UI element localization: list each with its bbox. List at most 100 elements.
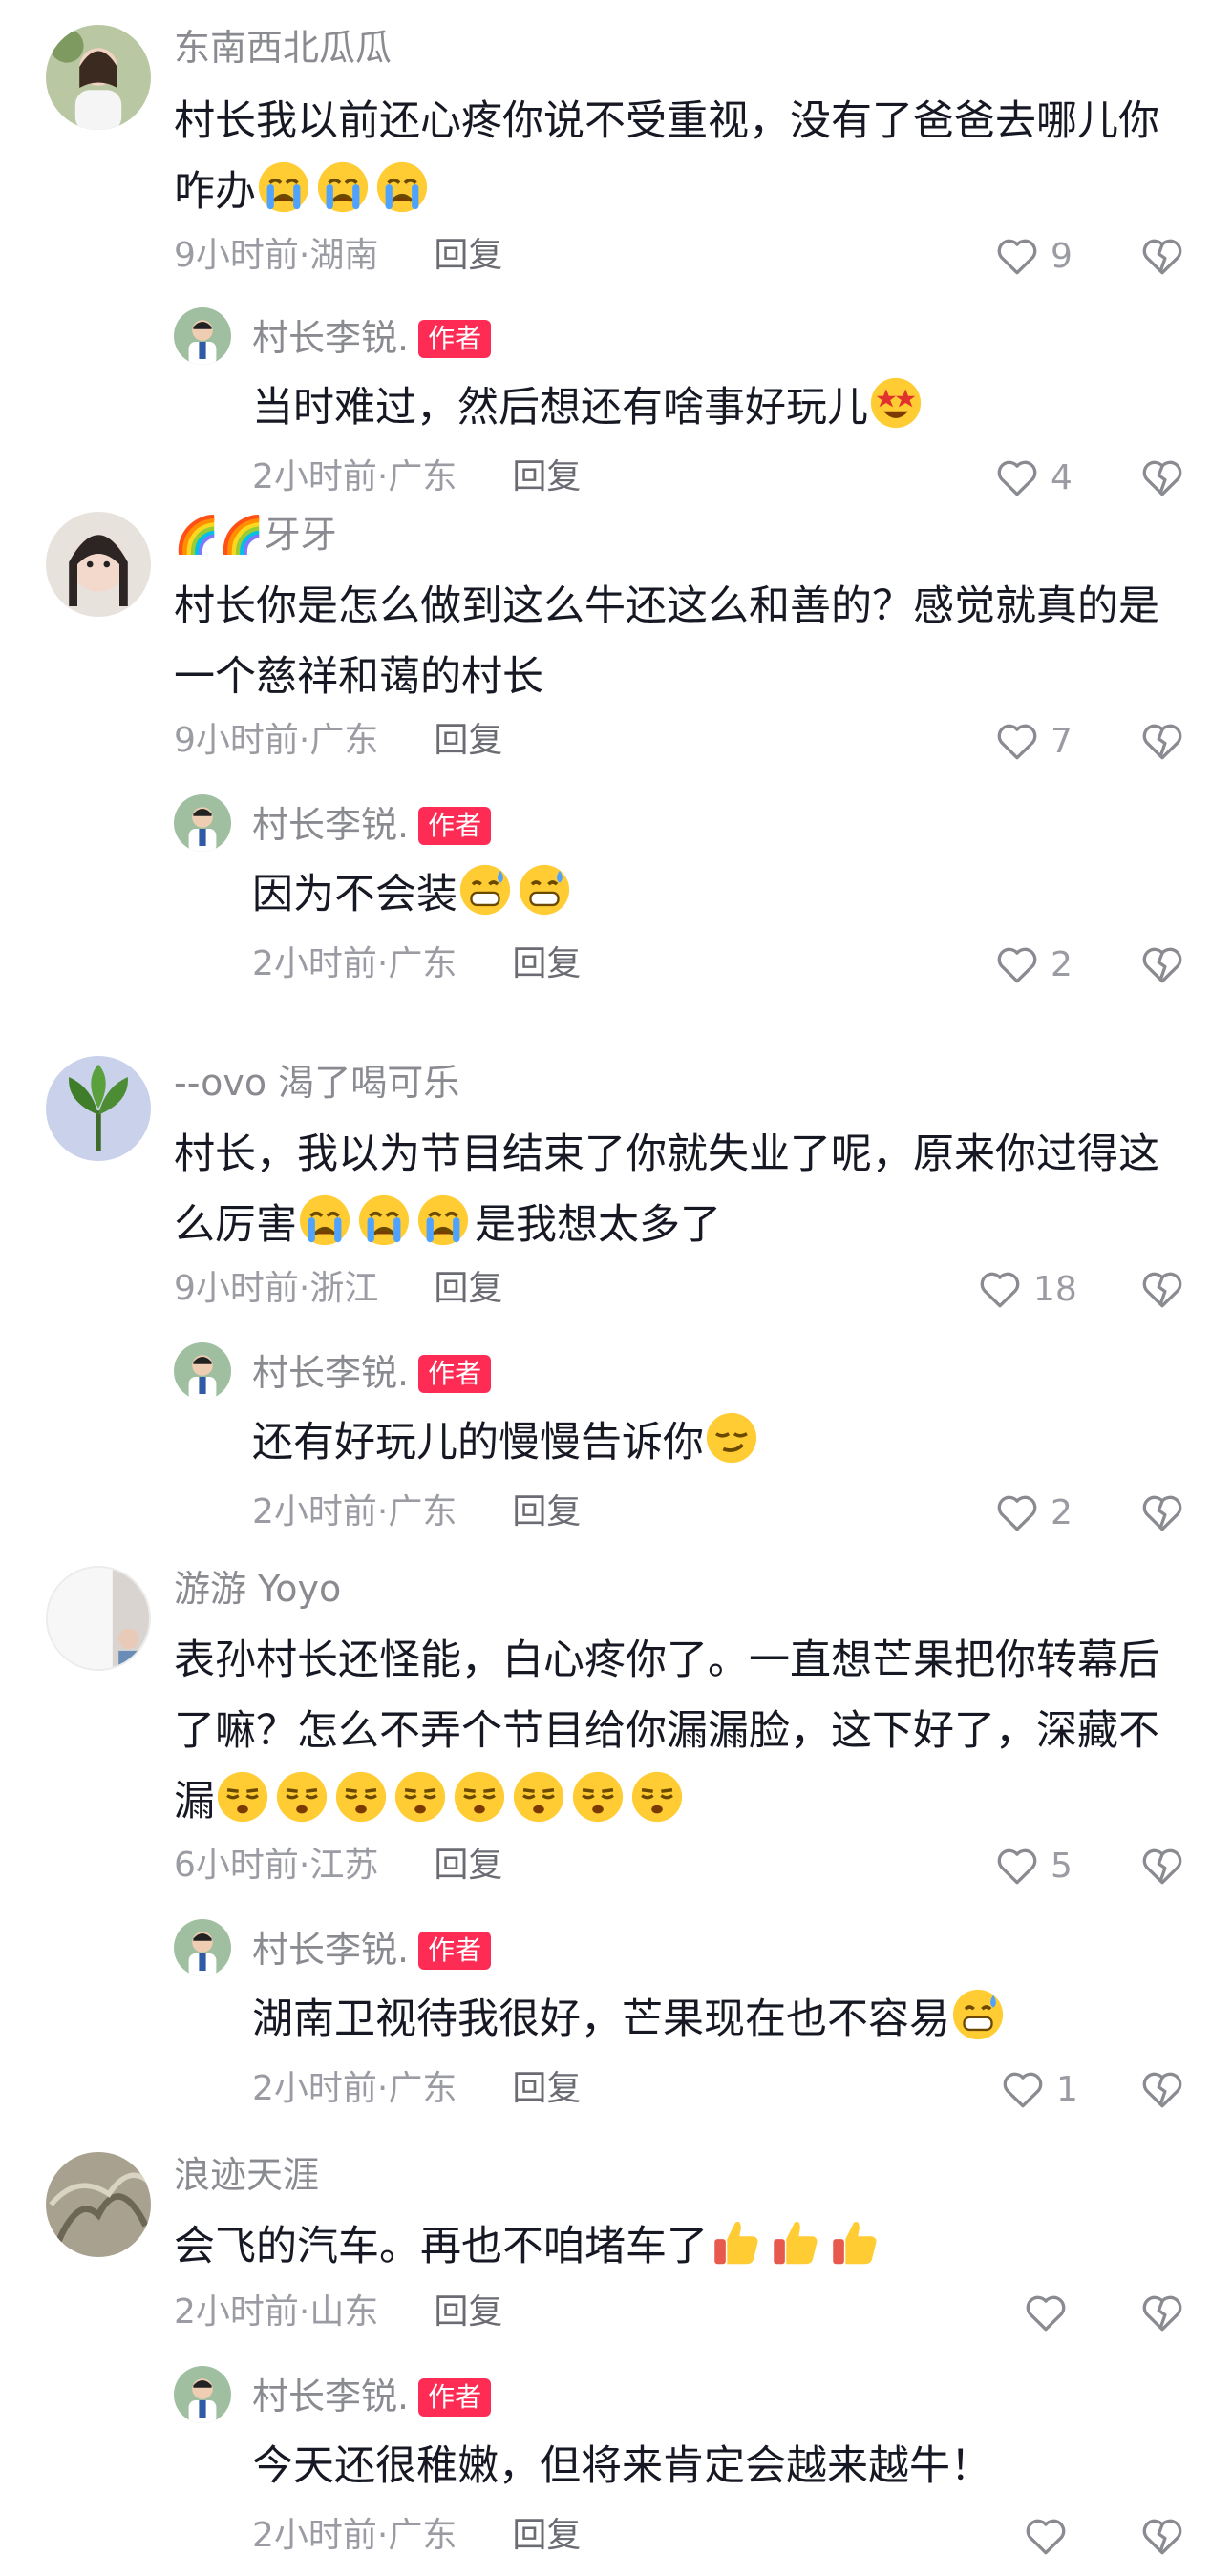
avatar[interactable] <box>46 1056 151 1161</box>
reply-button[interactable]: 回复 <box>512 2516 581 2555</box>
avatar[interactable] <box>46 25 151 130</box>
author-avatar[interactable] <box>174 307 231 365</box>
grin-sweat-emoji-icon <box>517 862 572 918</box>
broken-heart-icon <box>1142 1495 1182 1531</box>
like-button[interactable]: 18 <box>976 1260 1077 1318</box>
reply-button[interactable]: 回复 <box>512 1492 581 1531</box>
reply-text: 湖南卫视待我很好，芒果现在也不容易 <box>252 1984 1207 2055</box>
avatar[interactable] <box>46 512 151 617</box>
commenter-name[interactable]: --ovo 渴了喝可乐 <box>174 1060 459 1106</box>
reply-button[interactable]: 回复 <box>434 721 502 760</box>
commenter-name[interactable]: 浪迹天涯 <box>174 2152 319 2198</box>
avatar[interactable] <box>46 2152 151 2257</box>
reply-button[interactable]: 回复 <box>434 236 502 275</box>
dislike-button[interactable] <box>1138 454 1186 501</box>
crying-emoji-icon <box>297 1193 352 1248</box>
like-button[interactable]: 2 <box>993 936 1073 993</box>
like-button[interactable] <box>1022 2507 1079 2565</box>
smirk-face-emoji-icon <box>274 1769 329 1825</box>
author-avatar[interactable] <box>174 1919 231 1976</box>
comment-text: 村长，我以为节目结束了你就失业了呢，原来你过得这么厉害 是我想太多了 <box>174 1130 1159 1249</box>
reply-button[interactable]: 回复 <box>434 2292 502 2332</box>
reply-author[interactable]: 村长李锐. 作者 <box>252 1350 492 1396</box>
crying-emoji-icon <box>256 159 311 215</box>
like-button[interactable]: 9 <box>993 227 1073 285</box>
like-count: 2 <box>1051 1492 1073 1532</box>
commenter-name[interactable]: 东南西北瓜瓜 <box>174 25 392 71</box>
dislike-button[interactable] <box>1138 232 1186 280</box>
comment-time: 2小时前·山东 <box>174 2292 379 2332</box>
smirk-face-emoji-icon <box>393 1769 448 1825</box>
comment-time: 9小时前·广东 <box>174 721 379 760</box>
reply-text: 今天还很稚嫩，但将来肯定会越来越牛！ <box>252 2442 991 2490</box>
heart-icon <box>980 1272 1020 1308</box>
broken-heart-icon <box>1142 947 1182 983</box>
grin-sweat-emoji-icon <box>950 1987 1006 2042</box>
comment-time: 9小时前·浙江 <box>174 1269 379 1308</box>
heart-icon <box>997 724 1037 760</box>
reply-button[interactable]: 回复 <box>512 2069 581 2108</box>
like-count: 18 <box>1033 1269 1077 1309</box>
reply-button[interactable]: 回复 <box>512 457 581 496</box>
dislike-button[interactable] <box>1138 1489 1186 1536</box>
like-button[interactable]: 5 <box>993 1837 1073 1894</box>
grin-sweat-emoji-icon <box>457 862 513 918</box>
reply-meta: 2小时前·广东 回复 <box>252 2066 581 2112</box>
reply-author[interactable]: 村长李锐. 作者 <box>252 1927 492 1973</box>
reply-time: 2小时前·广东 <box>252 1492 457 1531</box>
smirk-emoji-icon <box>704 1410 759 1466</box>
author-badge: 作者 <box>418 320 492 358</box>
reply-author[interactable]: 村长李锐. 作者 <box>252 802 492 848</box>
heart-icon <box>1026 2519 1066 2555</box>
dislike-button[interactable] <box>1138 2065 1186 2113</box>
thumbs-up-emoji-icon <box>826 2214 882 2270</box>
comment-time: 9小时前·湖南 <box>174 236 379 275</box>
dislike-button[interactable] <box>1138 1265 1186 1313</box>
heart-icon <box>997 460 1037 496</box>
crying-emoji-icon <box>415 1193 471 1248</box>
smirk-face-emoji-icon <box>333 1769 389 1825</box>
dislike-button[interactable] <box>1138 717 1186 765</box>
dislike-button[interactable] <box>1138 1842 1186 1890</box>
reply-button[interactable]: 回复 <box>512 944 581 983</box>
reply-meta: 2小时前·广东 回复 <box>252 1489 581 1535</box>
heart-icon <box>997 1495 1037 1531</box>
reply-button[interactable]: 回复 <box>434 1269 502 1308</box>
like-button[interactable]: 4 <box>993 449 1073 506</box>
commenter-name[interactable]: 游游 Yoyo <box>174 1566 341 1612</box>
commenter-name[interactable]: 🌈🌈牙牙 <box>174 512 337 558</box>
author-avatar[interactable] <box>174 1342 231 1400</box>
heart-icon <box>1003 2072 1043 2108</box>
smirk-face-emoji-icon <box>629 1769 685 1825</box>
like-count: 5 <box>1051 1846 1073 1886</box>
author-avatar[interactable] <box>174 2366 231 2423</box>
like-button[interactable]: 1 <box>999 2060 1078 2118</box>
star-struck-emoji-icon <box>868 375 924 431</box>
like-count: 9 <box>1051 236 1073 276</box>
like-button[interactable]: 7 <box>993 712 1073 770</box>
crying-emoji-icon <box>374 159 430 215</box>
comment-meta: 2小时前·山东 回复 <box>174 2290 502 2335</box>
comment-meta: 9小时前·浙江 回复 <box>174 1266 502 1312</box>
reply-button[interactable]: 回复 <box>434 1846 502 1885</box>
reply-author[interactable]: 村长李锐. 作者 <box>252 315 492 361</box>
like-button[interactable]: 2 <box>993 1484 1073 1541</box>
smirk-face-emoji-icon <box>215 1769 270 1825</box>
reply-meta: 2小时前·广东 回复 <box>252 941 581 987</box>
thumbs-up-emoji-icon <box>767 2214 822 2270</box>
like-button[interactable] <box>1022 2284 1079 2341</box>
reply-author[interactable]: 村长李锐. 作者 <box>252 2374 492 2419</box>
avatar[interactable] <box>46 1566 151 1671</box>
heart-icon <box>997 947 1037 983</box>
author-avatar[interactable] <box>174 794 231 852</box>
comment-thread: 东南西北瓜瓜 村长我以前还心疼你说不受重视，没有了爸爸去哪儿你咋办 9小时前·湖… <box>0 0 1232 2576</box>
broken-heart-icon <box>1142 1272 1182 1308</box>
smirk-face-emoji-icon <box>452 1769 507 1825</box>
dislike-button[interactable] <box>1138 2289 1186 2336</box>
dislike-button[interactable] <box>1138 940 1186 988</box>
dislike-button[interactable] <box>1138 2512 1186 2560</box>
heart-icon <box>997 1848 1037 1885</box>
broken-heart-icon <box>1142 2519 1182 2555</box>
reply-time: 2小时前·广东 <box>252 457 457 496</box>
broken-heart-icon <box>1142 2072 1182 2108</box>
